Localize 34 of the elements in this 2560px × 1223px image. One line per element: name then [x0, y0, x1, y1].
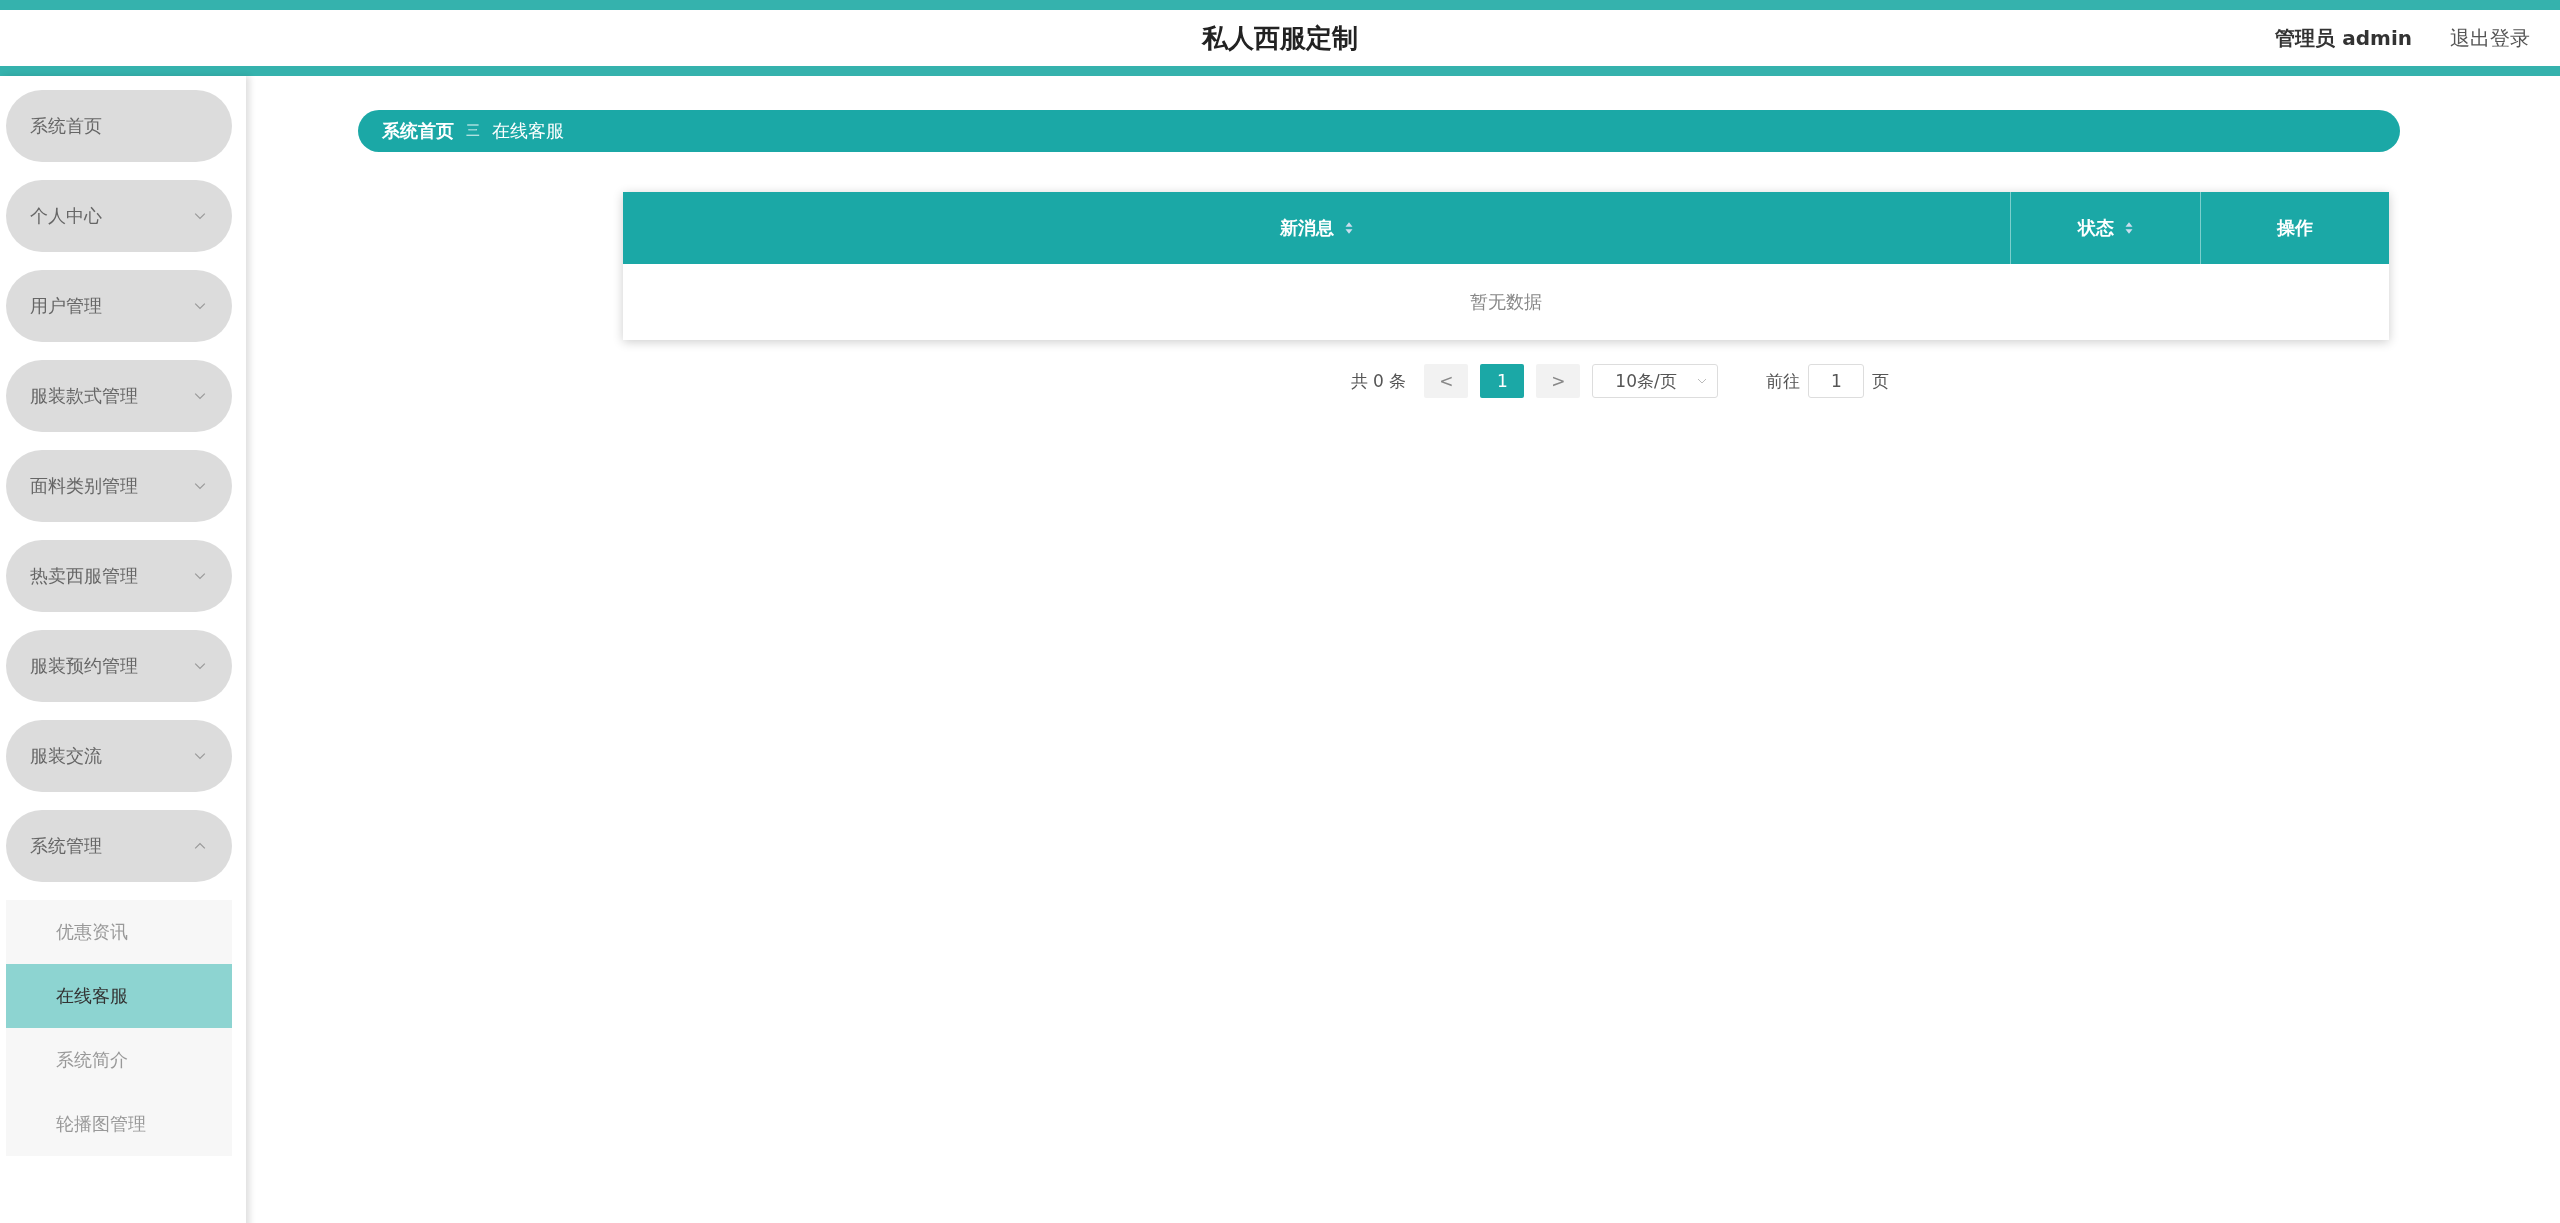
column-header[interactable]: 状态 — [2011, 192, 2201, 264]
menu-item[interactable]: 面料类别管理 — [6, 450, 232, 522]
menu-item[interactable]: 服装交流 — [6, 720, 232, 792]
column-header[interactable]: 操作 — [2201, 192, 2389, 264]
breadcrumb-link[interactable]: 系统首页 — [382, 119, 454, 143]
menu-item[interactable]: 服装预约管理 — [6, 630, 232, 702]
menu-item[interactable]: 用户管理 — [6, 270, 232, 342]
total-count: 共 0 条 — [1350, 369, 1407, 393]
sort-icon — [2123, 221, 2134, 235]
page-unit: 页 — [1872, 369, 1890, 393]
menu-item[interactable]: 个人中心 — [6, 180, 232, 252]
user-label: 管理员 admin — [2275, 24, 2412, 52]
menu-item[interactable]: 热卖西服管理 — [6, 540, 232, 612]
page-input[interactable]: 1 — [1808, 364, 1865, 398]
next-page-button[interactable]: > — [1536, 364, 1581, 398]
column-header[interactable]: 新消息 — [623, 192, 2011, 264]
logout-link[interactable]: 退出登录 — [2450, 24, 2530, 52]
menu-item[interactable]: 系统首页 — [6, 90, 232, 162]
submenu-item[interactable]: 在线客服 — [6, 964, 232, 1028]
submenu-item[interactable]: 系统简介 — [6, 1028, 232, 1092]
menu-item[interactable]: 服装款式管理 — [6, 360, 232, 432]
sort-icon — [1343, 221, 1354, 235]
breadcrumb-separator: 三 — [466, 122, 480, 140]
breadcrumb-current: 在线客服 — [492, 119, 564, 143]
page-button[interactable]: 1 — [1480, 364, 1525, 398]
submenu-item[interactable]: 轮播图管理 — [6, 1092, 232, 1156]
submenu-item[interactable]: 优惠资讯 — [6, 900, 232, 964]
menu-item[interactable]: 系统管理 — [6, 810, 232, 882]
chevron-icon — [1697, 378, 1708, 384]
site-title: 私人西服定制 — [1202, 21, 1358, 55]
goto-label: 前往 — [1766, 369, 1801, 393]
prev-page-button[interactable]: < — [1424, 364, 1469, 398]
empty-text: 暂无数据 — [1469, 290, 1543, 314]
page-size-select[interactable]: 10条/页 — [1592, 364, 1719, 398]
